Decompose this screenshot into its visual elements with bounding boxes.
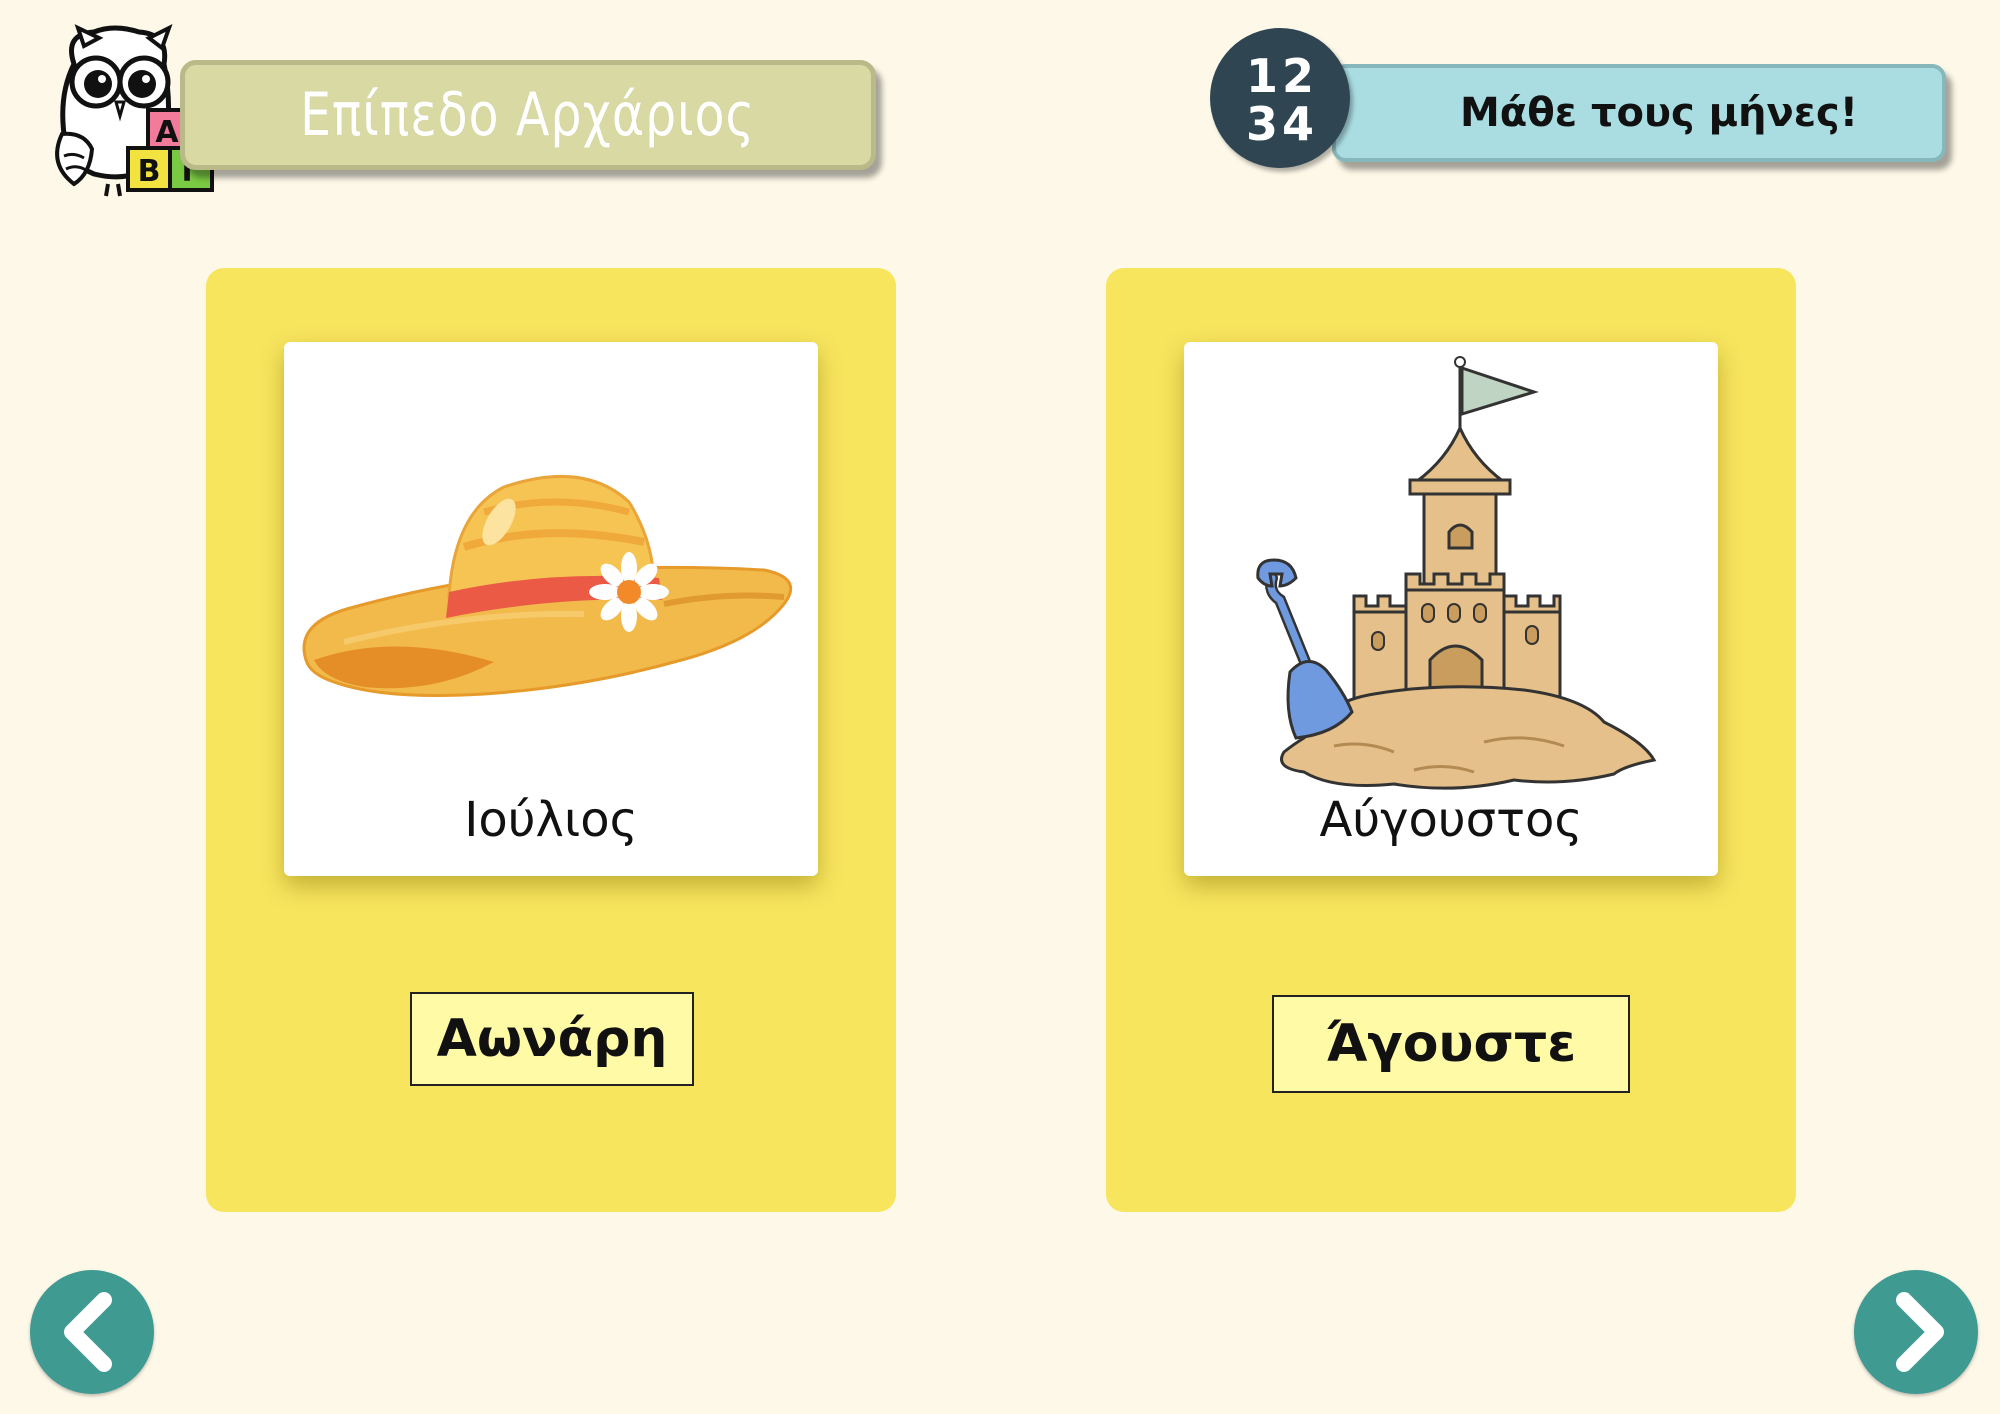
month-name: Ιούλιος — [464, 792, 638, 848]
month-picture-frame: Αύγουστος — [1184, 342, 1718, 876]
badge-digit-3: 3 — [1246, 97, 1278, 151]
level-label: Επίπεδο Αρχάριος — [300, 80, 756, 150]
month-name: Αύγουστος — [1319, 792, 1583, 848]
next-button[interactable] — [1854, 1270, 1978, 1394]
logo-letter-alpha: Α — [155, 115, 179, 150]
level-banner: Επίπεδο Αρχάριος — [180, 60, 876, 170]
chevron-right-icon — [1896, 1292, 1944, 1372]
numbers-badge-icon: 1 2 3 4 — [1210, 28, 1350, 168]
month-card-august: Αύγουστος Άγουστε — [1106, 268, 1796, 1212]
chevron-left-icon — [64, 1292, 112, 1372]
logo-letter-beta: Β — [138, 154, 161, 189]
answer-box-july[interactable]: Αωνάρη — [410, 992, 694, 1086]
previous-button[interactable] — [30, 1270, 154, 1394]
badge-digit-1: 1 — [1246, 49, 1278, 103]
activity-title-banner: Μάθε τους μήνες! — [1332, 64, 1946, 162]
answer-box-august[interactable]: Άγουστε — [1272, 995, 1630, 1093]
month-card-july: Ιούλιος Αωνάρη — [206, 268, 896, 1212]
month-picture-frame: Ιούλιος — [284, 342, 818, 876]
badge-digit-4: 4 — [1282, 97, 1314, 151]
badge-digit-2: 2 — [1282, 49, 1314, 103]
activity-title: Μάθε τους μήνες! — [1460, 90, 1858, 136]
